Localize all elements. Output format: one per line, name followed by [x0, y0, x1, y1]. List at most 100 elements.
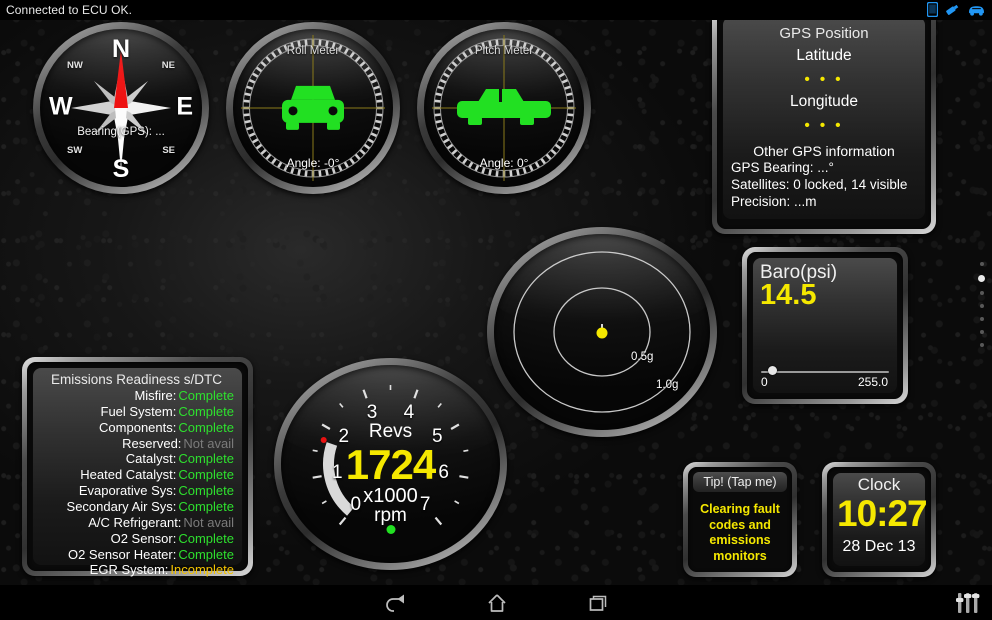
- compass-south-label: S: [112, 155, 130, 183]
- emissions-row-label: A/C Refrigerant:: [88, 514, 182, 530]
- compass-gauge[interactable]: N S W E NW NE SW SE Bearing(GPS): ...: [33, 22, 209, 194]
- emissions-row-status: Not avail: [183, 435, 234, 451]
- emissions-row-label: Catalyst:: [125, 451, 177, 467]
- emissions-row-label: Components:: [99, 419, 177, 435]
- emissions-row-status: Complete: [178, 419, 234, 435]
- clock-date: 28 Dec 13: [842, 537, 916, 555]
- g-meter-outer-ring-label: 1.0g: [656, 379, 679, 391]
- roll-meter-gauge[interactable]: Roll Meter Angle: -0°: [226, 22, 400, 194]
- compass-se-label: SE: [162, 145, 175, 156]
- baro-slider-knob: [768, 366, 778, 375]
- car-front-icon: [282, 85, 344, 130]
- emissions-row: Misfire: Complete: [39, 388, 234, 404]
- status-bar: Connected to ECU OK.: [0, 0, 992, 20]
- gps-longitude-value: • • •: [804, 117, 844, 134]
- gps-satellites: Satellites: 0 locked, 14 visible: [731, 176, 908, 192]
- emissions-row: O2 Sensor Heater: Complete: [39, 547, 234, 563]
- page-dot[interactable]: [979, 304, 984, 308]
- page-dot[interactable]: [978, 275, 985, 282]
- emissions-row-label: Fuel System:: [100, 403, 177, 419]
- tachometer-gauge[interactable]: 01234567 Revs 1724 x1000 rpm: [274, 358, 507, 570]
- back-icon[interactable]: [377, 592, 417, 614]
- emissions-row-label: Heated Catalyst:: [80, 467, 177, 483]
- emissions-row-label: EGR System:: [89, 562, 169, 578]
- recents-icon[interactable]: [577, 592, 617, 614]
- emissions-row-label: Reserved:: [122, 435, 182, 451]
- compass-sw-label: SW: [67, 145, 83, 156]
- emissions-row: Components: Complete: [39, 420, 234, 436]
- ecu-connection-status: Connected to ECU OK.: [6, 3, 133, 17]
- equalizer-icon[interactable]: [951, 589, 985, 617]
- pitch-meter-title: Pitch Meter: [474, 45, 534, 57]
- car-side-icon: [457, 89, 551, 125]
- emissions-row: Reserved: Not avail: [39, 436, 234, 452]
- emissions-row-status: Complete: [178, 451, 234, 467]
- car-icon: [967, 2, 986, 17]
- gps-latitude-value: • • •: [804, 71, 844, 88]
- emissions-row-label: Evaporative Sys:: [78, 483, 177, 499]
- gps-position-panel[interactable]: GPS Position Latitude • • • Longitude • …: [712, 6, 936, 234]
- tachometer-unit: rpm: [374, 505, 407, 526]
- emissions-row-status: Not avail: [183, 514, 234, 530]
- tip-body-text: Clearing fault codes and emissions monit…: [700, 502, 780, 563]
- emissions-row-label: O2 Sensor:: [110, 530, 177, 546]
- emissions-row: EGR System: Incomplete: [39, 562, 234, 578]
- android-navigation-bar: [0, 585, 992, 620]
- usb-icon: [945, 2, 960, 17]
- emissions-row-status: Complete: [178, 530, 234, 546]
- gps-bearing: GPS Bearing: ...°: [731, 160, 834, 175]
- pitch-meter-gauge[interactable]: Pitch Meter Angle: 0°: [417, 22, 591, 194]
- gps-latitude-label: Latitude: [796, 47, 852, 64]
- tachometer-label: Revs: [368, 421, 413, 442]
- gps-title: GPS Position: [779, 25, 869, 42]
- baro-max-label: 255.0: [857, 375, 888, 389]
- emissions-row-status: Complete: [178, 499, 234, 515]
- baro-panel[interactable]: Baro(psi) 14.5 0 255.0: [742, 247, 908, 404]
- emissions-row: O2 Sensor: Complete: [39, 531, 234, 547]
- page-dot[interactable]: [979, 343, 984, 347]
- emissions-row-status: Complete: [178, 483, 234, 499]
- compass-east-label: E: [176, 92, 193, 121]
- roll-meter-angle: Angle: -0°: [286, 156, 340, 170]
- tablet-icon: [927, 2, 938, 17]
- gps-precision: Precision: ...m: [731, 193, 817, 209]
- compass-ne-label: NE: [161, 60, 175, 71]
- emissions-row-label: Misfire:: [134, 388, 177, 403]
- page-dot[interactable]: [979, 262, 984, 266]
- tip-panel[interactable]: Tip! (Tap me) Clearing fault codes and e…: [683, 462, 797, 577]
- emissions-row: Secondary Air Sys: Complete: [39, 499, 234, 515]
- tip-header: Tip! (Tap me): [693, 472, 787, 492]
- pitch-meter-angle: Angle: 0°: [479, 156, 529, 170]
- emissions-row: A/C Refrigerant: Not avail: [39, 515, 234, 531]
- emissions-title: Emissions Readiness s/DTC: [50, 372, 223, 387]
- page-dot[interactable]: [979, 317, 984, 321]
- emissions-row-label: Secondary Air Sys:: [66, 499, 177, 515]
- compass-west-label: W: [49, 92, 73, 121]
- page-indicator[interactable]: [978, 262, 985, 347]
- emissions-row: Evaporative Sys: Complete: [39, 483, 234, 499]
- clock-panel[interactable]: Clock 10:27 28 Dec 13: [822, 462, 936, 577]
- page-dot[interactable]: [979, 330, 984, 334]
- clock-title: Clock: [857, 475, 901, 494]
- g-force-meter-gauge[interactable]: 0.5g 1.0g: [487, 227, 717, 437]
- emissions-row-status: Complete: [178, 546, 234, 562]
- emissions-row-status: Complete: [178, 467, 234, 483]
- gps-other-info-title: Other GPS information: [753, 143, 895, 159]
- clock-time: 10:27: [837, 492, 928, 534]
- baro-slider-track: [761, 371, 889, 373]
- tachometer-value: 1724: [345, 441, 436, 488]
- baro-range-slider: [761, 366, 889, 375]
- emissions-readiness-panel[interactable]: Emissions Readiness s/DTC Misfire: Comple…: [22, 357, 253, 578]
- gps-longitude-label: Longitude: [789, 93, 859, 110]
- compass-north-label: N: [111, 35, 131, 63]
- emissions-row-status: Complete: [178, 388, 234, 403]
- roll-meter-title: Roll Meter: [286, 45, 340, 57]
- emissions-row-status: Complete: [178, 403, 234, 419]
- emissions-row-label: O2 Sensor Heater:: [67, 546, 177, 562]
- baro-value: 14.5: [760, 278, 817, 311]
- tachometer-center-dot: [386, 525, 395, 534]
- emissions-row: Catalyst: Complete: [39, 451, 234, 467]
- home-icon[interactable]: [477, 592, 517, 614]
- page-dot[interactable]: [979, 291, 984, 295]
- emissions-row: Heated Catalyst: Complete: [39, 467, 234, 483]
